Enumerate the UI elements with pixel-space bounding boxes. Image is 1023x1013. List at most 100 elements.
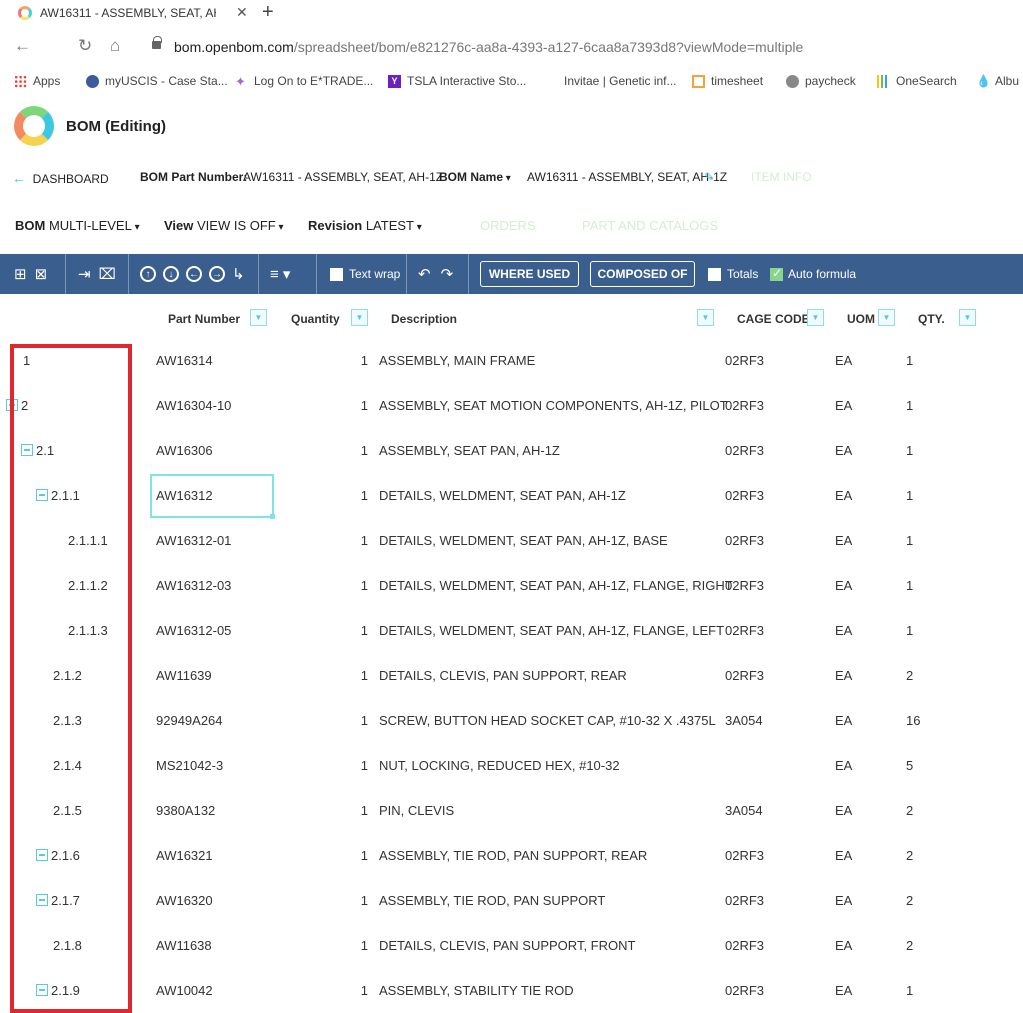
header-part-number[interactable]: Part Number [168,312,240,326]
description-cell[interactable]: DETAILS, CLEVIS, PAN SUPPORT, FRONT [379,938,635,953]
move-up-icon[interactable]: ↑ [140,266,156,282]
table-row[interactable]: 2.1 AW16306 1 ASSEMBLY, SEAT PAN, AH-1Z 02RF… [0,429,1023,474]
qty-cell[interactable]: 1 [906,488,913,503]
table-row[interactable]: 2.1.2 AW11639 1 DETAILS, CLEVIS, PAN SUPPOR… [0,654,1023,699]
view-dropdown[interactable]: View VIEW IS OFF [164,218,284,233]
table-row[interactable]: 2.1.4 MS21042-3 1 NUT, LOCKING, REDUCED HEX… [0,744,1023,789]
quantity-cell[interactable]: 1 [340,938,368,953]
part-number-cell[interactable]: AW16306 [156,443,213,458]
qty-cell[interactable]: 2 [906,668,913,683]
bookmark-tsla[interactable]: Y TSLA Interactive Sto... [388,74,526,88]
description-cell[interactable]: ASSEMBLY, SEAT MOTION COMPONENTS, AH-1Z,… [379,398,728,413]
cage-code-cell[interactable]: 02RF3 [725,353,764,368]
uom-cell[interactable]: EA [835,533,852,548]
part-number-cell[interactable]: AW11638 [156,938,212,953]
url-field[interactable]: bom.openbom.com/spreadsheet/bom/e821276c… [174,39,803,55]
new-tab-button[interactable]: + [262,1,274,24]
qty-cell[interactable]: 16 [906,713,920,728]
filter-icon[interactable]: ▼ [959,309,976,326]
orders-link[interactable]: ORDERS [480,218,536,233]
table-row[interactable]: 2.1.5 9380A132 1 PIN, CLEVIS 3A054 EA 2 [0,789,1023,834]
description-cell[interactable]: NUT, LOCKING, REDUCED HEX, #10-32 [379,758,620,773]
description-cell[interactable]: DETAILS, WELDMENT, SEAT PAN, AH-1Z, FLAN… [379,623,724,638]
table-row[interactable]: 2.1.8 AW11638 1 DETAILS, CLEVIS, PAN SUPPOR… [0,924,1023,969]
move-right-icon[interactable]: → [209,266,225,282]
qty-cell[interactable]: 1 [906,623,913,638]
description-cell[interactable]: ASSEMBLY, MAIN FRAME [379,353,535,368]
qty-cell[interactable]: 2 [906,893,913,908]
indent-icon[interactable]: ↳ [232,267,245,282]
header-quantity[interactable]: Quantity [291,312,340,326]
bookmark-paycheck[interactable]: paycheck [786,74,856,88]
delete-column-icon[interactable]: ⌧ [99,267,116,282]
qty-cell[interactable]: 1 [906,398,913,413]
description-cell[interactable]: DETAILS, CLEVIS, PAN SUPPORT, REAR [379,668,627,683]
uom-cell[interactable]: EA [835,803,852,818]
quantity-cell[interactable]: 1 [340,983,368,998]
uom-cell[interactable]: EA [835,668,852,683]
header-description[interactable]: Description [391,312,457,326]
quantity-cell[interactable]: 1 [340,443,368,458]
text-wrap-checkbox[interactable] [330,267,343,281]
qty-cell[interactable]: 1 [906,578,913,593]
table-row[interactable]: 2.1.9 AW10042 1 ASSEMBLY, STABILITY TIE ROD… [0,969,1023,1013]
table-row[interactable]: 2 AW16304-10 1 ASSEMBLY, SEAT MOTION COMPON… [0,384,1023,429]
qty-cell[interactable]: 1 [906,983,913,998]
quantity-cell[interactable]: 1 [340,848,368,863]
bookmark-invitae[interactable]: Invitae | Genetic inf... [564,74,677,88]
text-wrap-toggle[interactable]: Text wrap [330,254,400,294]
part-number-cell[interactable]: AW16320 [156,893,213,908]
uom-cell[interactable]: EA [835,443,852,458]
cage-code-cell[interactable]: 02RF3 [725,848,764,863]
cage-code-cell[interactable]: 02RF3 [725,938,764,953]
table-row[interactable]: 2.1.1.3 AW16312-05 1 DETAILS, WELDMENT, SEA… [0,609,1023,654]
part-catalogs-link[interactable]: PART AND CATALOGS [582,218,718,233]
table-row[interactable]: 2.1.3 92949A264 1 SCREW, BUTTON HEAD SOCKET… [0,699,1023,744]
quantity-cell[interactable]: 1 [340,758,368,773]
bom-name-dropdown[interactable]: BOM Name [439,170,511,184]
qty-cell[interactable]: 2 [906,848,913,863]
uom-cell[interactable]: EA [835,983,852,998]
cage-code-cell[interactable]: 02RF3 [725,398,764,413]
quantity-cell[interactable]: 1 [340,803,368,818]
description-cell[interactable]: ASSEMBLY, SEAT PAN, AH-1Z [379,443,560,458]
undo-icon[interactable]: ↶ [418,267,431,282]
back-arrow-icon[interactable]: ← [14,36,31,56]
uom-cell[interactable]: EA [835,578,852,593]
description-cell[interactable]: ASSEMBLY, TIE ROD, PAN SUPPORT, REAR [379,848,647,863]
bookmark-apps[interactable]: Apps [14,74,60,88]
move-left-icon[interactable]: ← [186,266,202,282]
qty-cell[interactable]: 2 [906,938,913,953]
part-number-cell[interactable]: 9380A132 [156,803,215,818]
totals-checkbox[interactable] [708,267,721,281]
part-number-cell[interactable]: AW16312-05 [156,623,231,638]
uom-cell[interactable]: EA [835,713,852,728]
filter-icon[interactable]: ▼ [351,309,368,326]
quantity-cell[interactable]: 1 [340,488,368,503]
quantity-cell[interactable]: 1 [340,713,368,728]
filter-icon[interactable]: ▼ [697,309,714,326]
part-number-cell[interactable]: AW10042 [156,983,213,998]
description-cell[interactable]: DETAILS, WELDMENT, SEAT PAN, AH-1Z, FLAN… [379,578,733,593]
qty-cell[interactable]: 1 [906,443,913,458]
qty-cell[interactable]: 1 [906,353,913,368]
table-row[interactable]: 2.1.1.1 AW16312-01 1 DETAILS, WELDMENT, SEA… [0,519,1023,564]
delete-row-icon[interactable]: ⊠ [35,267,48,282]
description-cell[interactable]: DETAILS, WELDMENT, SEAT PAN, AH-1Z, BASE [379,533,668,548]
table-row[interactable]: 2.1.6 AW16321 1 ASSEMBLY, TIE ROD, PAN SUPP… [0,834,1023,879]
uom-cell[interactable]: EA [835,758,852,773]
description-cell[interactable]: ASSEMBLY, TIE ROD, PAN SUPPORT [379,893,605,908]
filter-icon[interactable]: ▼ [250,309,267,326]
bom-type-dropdown[interactable]: BOM MULTI-LEVEL [15,218,140,233]
cage-code-cell[interactable]: 02RF3 [725,893,764,908]
qty-cell[interactable]: 5 [906,758,913,773]
table-row[interactable]: 2.1.1 AW16312 1 DETAILS, WELDMENT, SEAT PAN… [0,474,1023,519]
cage-code-cell[interactable]: 3A054 [725,713,763,728]
cage-code-cell[interactable]: 02RF3 [725,623,764,638]
part-number-cell[interactable]: AW16312-03 [156,578,231,593]
home-icon[interactable]: ⌂ [110,36,120,56]
part-number-cell[interactable]: 92949A264 [156,713,223,728]
uom-cell[interactable]: EA [835,398,852,413]
bookmark-onesearch[interactable]: OneSearch [877,74,957,88]
cage-code-cell[interactable]: 02RF3 [725,488,764,503]
